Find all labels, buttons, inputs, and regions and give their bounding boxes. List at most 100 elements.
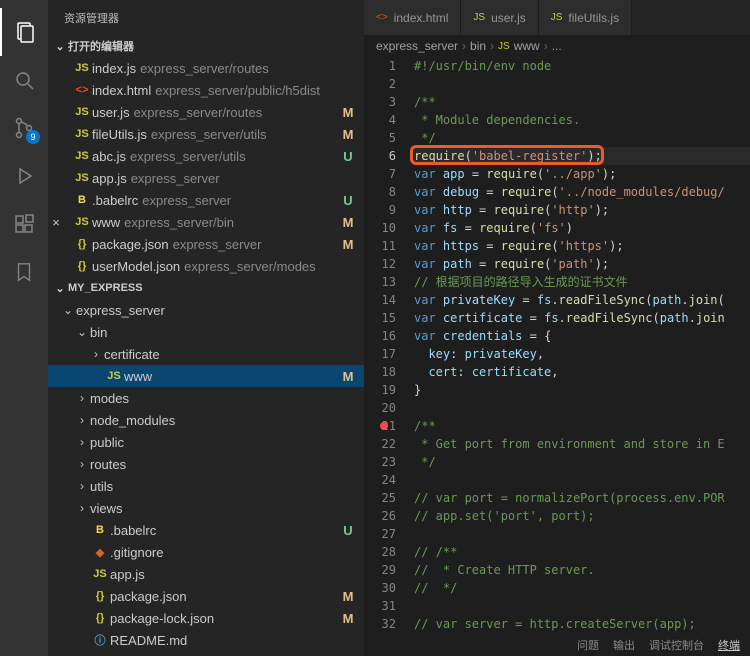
code-line[interactable] xyxy=(414,75,750,93)
code-line[interactable] xyxy=(414,471,750,489)
code-line[interactable]: /** xyxy=(414,417,750,435)
extensions-icon[interactable] xyxy=(0,200,48,248)
open-editor-item[interactable]: JSfileUtils.jsexpress_server/utilsM xyxy=(48,123,364,145)
open-editors-header[interactable]: ⌄ 打开的编辑器 xyxy=(48,35,364,57)
code-line[interactable]: /** xyxy=(414,93,750,111)
code-line[interactable]: // 根据项目的路径导入生成的证书文件 xyxy=(414,273,750,291)
code-line[interactable]: #!/usr/bin/env node xyxy=(414,57,750,75)
open-editor-item[interactable]: {}userModel.jsonexpress_server/modes xyxy=(48,255,364,277)
git-status: M xyxy=(340,369,356,384)
tree-item[interactable]: ◆.gitignore xyxy=(48,541,364,563)
tree-item[interactable]: JSapp.js xyxy=(48,563,364,585)
tree-item[interactable]: ›certificate xyxy=(48,343,364,365)
code-line[interactable]: * Get port from environment and store in… xyxy=(414,435,750,453)
code-editor[interactable]: 1234567891011121314151617181920212223242… xyxy=(364,57,750,656)
open-editor-item[interactable]: B.babelrcexpress_serverU xyxy=(48,189,364,211)
file-name: bin xyxy=(90,325,340,340)
js-file-icon: JS xyxy=(498,41,510,52)
code-line[interactable]: var certificate = fs.readFileSync(path.j… xyxy=(414,309,750,327)
code-line[interactable] xyxy=(414,399,750,417)
tree-item[interactable]: ›views xyxy=(48,497,364,519)
panel-tab-problems[interactable]: 问题 xyxy=(577,637,599,653)
code-line[interactable]: var privateKey = fs.readFileSync(path.jo… xyxy=(414,291,750,309)
open-editor-item[interactable]: JSapp.jsexpress_server xyxy=(48,167,364,189)
tree-item[interactable]: ⌄bin xyxy=(48,321,364,343)
code-line[interactable]: // var port = normalizePort(process.env.… xyxy=(414,489,750,507)
git-status: U xyxy=(340,149,356,164)
code-line[interactable] xyxy=(414,597,750,615)
code-line[interactable]: */ xyxy=(414,129,750,147)
code-line[interactable]: var debug = require('../node_modules/deb… xyxy=(414,183,750,201)
open-editors-list: JSindex.jsexpress_server/routes<>index.h… xyxy=(48,57,364,277)
code-line[interactable]: * Module dependencies. xyxy=(414,111,750,129)
open-editor-item[interactable]: <>index.htmlexpress_server/public/h5dist xyxy=(48,79,364,101)
code-line[interactable]: require('babel-register'); xyxy=(414,147,750,165)
file-name: userModel.json xyxy=(92,259,180,274)
tree-item[interactable]: ›utils xyxy=(48,475,364,497)
open-editor-item[interactable]: JSuser.jsexpress_server/routesM xyxy=(48,101,364,123)
file-name: utils xyxy=(90,479,340,494)
scm-icon[interactable]: 9 xyxy=(0,104,48,152)
code-line[interactable]: // var server = http.createServer(app); xyxy=(414,615,750,633)
tree-item[interactable]: ⌄express_server xyxy=(48,299,364,321)
editor-tab[interactable]: JSfileUtils.js xyxy=(539,0,632,35)
code-line[interactable]: var app = require('../app'); xyxy=(414,165,750,183)
open-editor-item[interactable]: ×JSwwwexpress_server/binM xyxy=(48,211,364,233)
tree-item[interactable]: ›routes xyxy=(48,453,364,475)
file-icon: JS xyxy=(104,370,124,382)
panel-tab-debug[interactable]: 调试控制台 xyxy=(649,637,704,653)
tree-item[interactable]: ›node_modules xyxy=(48,409,364,431)
editor-tab[interactable]: <>index.html xyxy=(364,0,461,35)
tree-item[interactable]: {}package-lock.jsonM xyxy=(48,607,364,629)
tree-item[interactable]: JSwwwM xyxy=(48,365,364,387)
file-path: express_server/routes xyxy=(134,105,340,120)
code-line[interactable]: var https = require('https'); xyxy=(414,237,750,255)
code-line[interactable]: */ xyxy=(414,453,750,471)
debug-icon[interactable] xyxy=(0,152,48,200)
code-line[interactable]: var http = require('http'); xyxy=(414,201,750,219)
workspace-header[interactable]: ⌄ MY_EXPRESS xyxy=(48,277,364,299)
tree-item[interactable]: ›modes xyxy=(48,387,364,409)
tree-item[interactable]: {}package.jsonM xyxy=(48,585,364,607)
code-line[interactable] xyxy=(414,525,750,543)
tree-item[interactable]: B.babelrcU xyxy=(48,519,364,541)
code-line[interactable]: key: privateKey, xyxy=(414,345,750,363)
open-editor-item[interactable]: {}package.jsonexpress_serverM xyxy=(48,233,364,255)
panel-tab-output[interactable]: 输出 xyxy=(613,637,635,653)
file-icon: {} xyxy=(72,260,92,272)
code-line[interactable]: var credentials = { xyxy=(414,327,750,345)
code-line[interactable]: // * Create HTTP server. xyxy=(414,561,750,579)
search-icon[interactable] xyxy=(0,56,48,104)
panel-tab-terminal[interactable]: 终端 xyxy=(718,637,740,653)
code-line[interactable]: var path = require('path'); xyxy=(414,255,750,273)
close-icon[interactable]: × xyxy=(48,215,64,230)
code-content[interactable]: #!/usr/bin/env node /** * Module dependen… xyxy=(414,57,750,656)
git-status: M xyxy=(340,237,356,252)
file-path: express_server/utils xyxy=(151,127,340,142)
file-icon: JS xyxy=(72,216,92,228)
bookmark-icon[interactable] xyxy=(0,248,48,296)
file-icon: ⓘ xyxy=(90,632,110,648)
activity-bar: 9 xyxy=(0,0,48,656)
code-line[interactable]: // */ xyxy=(414,579,750,597)
file-name: views xyxy=(90,501,340,516)
code-line[interactable]: cert: certificate, xyxy=(414,363,750,381)
file-tree: ⌄express_server⌄bin›certificateJSwwwM›mo… xyxy=(48,299,364,656)
code-line[interactable]: var fs = require('fs') xyxy=(414,219,750,237)
open-editor-item[interactable]: JSindex.jsexpress_server/routes xyxy=(48,57,364,79)
file-name: .babelrc xyxy=(92,193,138,208)
editor-tab[interactable]: JSuser.js xyxy=(461,0,538,35)
file-icon: JS xyxy=(72,62,92,74)
tree-item[interactable]: ›public xyxy=(48,431,364,453)
tree-item[interactable]: ⓘREADME.md xyxy=(48,629,364,651)
open-editor-item[interactable]: JSabc.jsexpress_server/utilsU xyxy=(48,145,364,167)
breadcrumb[interactable]: express_server › bin › JS www › ... xyxy=(364,35,750,57)
file-icon: JS xyxy=(72,128,92,140)
file-path: express_server/routes xyxy=(140,61,340,76)
chevron-icon: › xyxy=(88,347,104,361)
file-path: express_server xyxy=(142,193,340,208)
code-line[interactable]: } xyxy=(414,381,750,399)
explorer-icon[interactable] xyxy=(0,8,48,56)
code-line[interactable]: // /** xyxy=(414,543,750,561)
code-line[interactable]: // app.set('port', port); xyxy=(414,507,750,525)
